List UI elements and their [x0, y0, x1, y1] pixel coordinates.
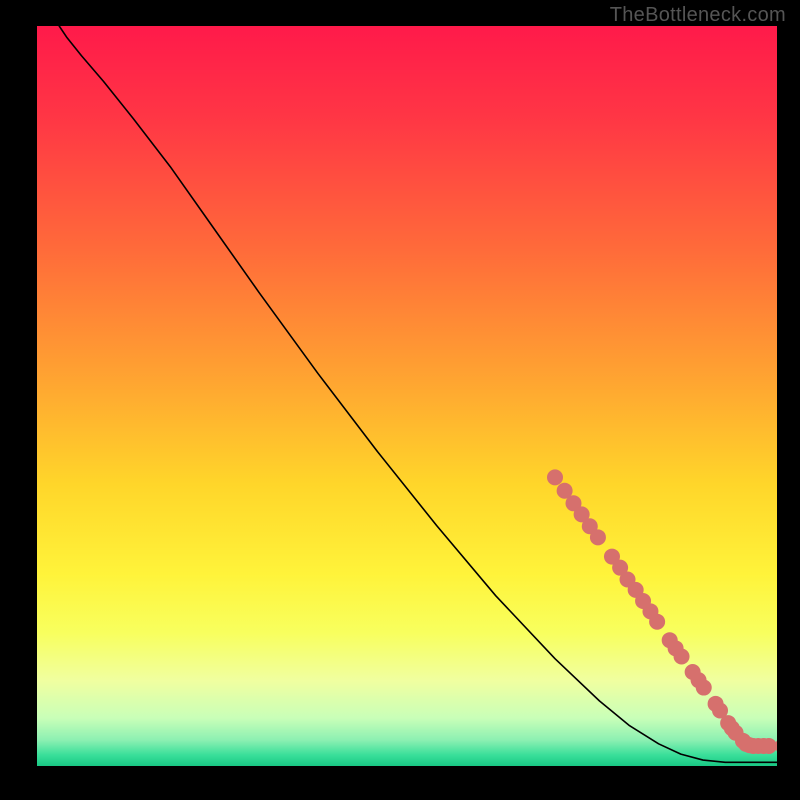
- marker-point: [590, 529, 606, 545]
- chart-frame: TheBottleneck.com: [0, 0, 800, 800]
- plot-svg: [37, 26, 777, 766]
- marker-point: [649, 614, 665, 630]
- marker-point: [674, 648, 690, 664]
- plot-area: [37, 26, 777, 766]
- marker-point: [696, 680, 712, 696]
- marker-point: [547, 469, 563, 485]
- marker-point: [761, 738, 777, 754]
- watermark-text: TheBottleneck.com: [610, 4, 786, 27]
